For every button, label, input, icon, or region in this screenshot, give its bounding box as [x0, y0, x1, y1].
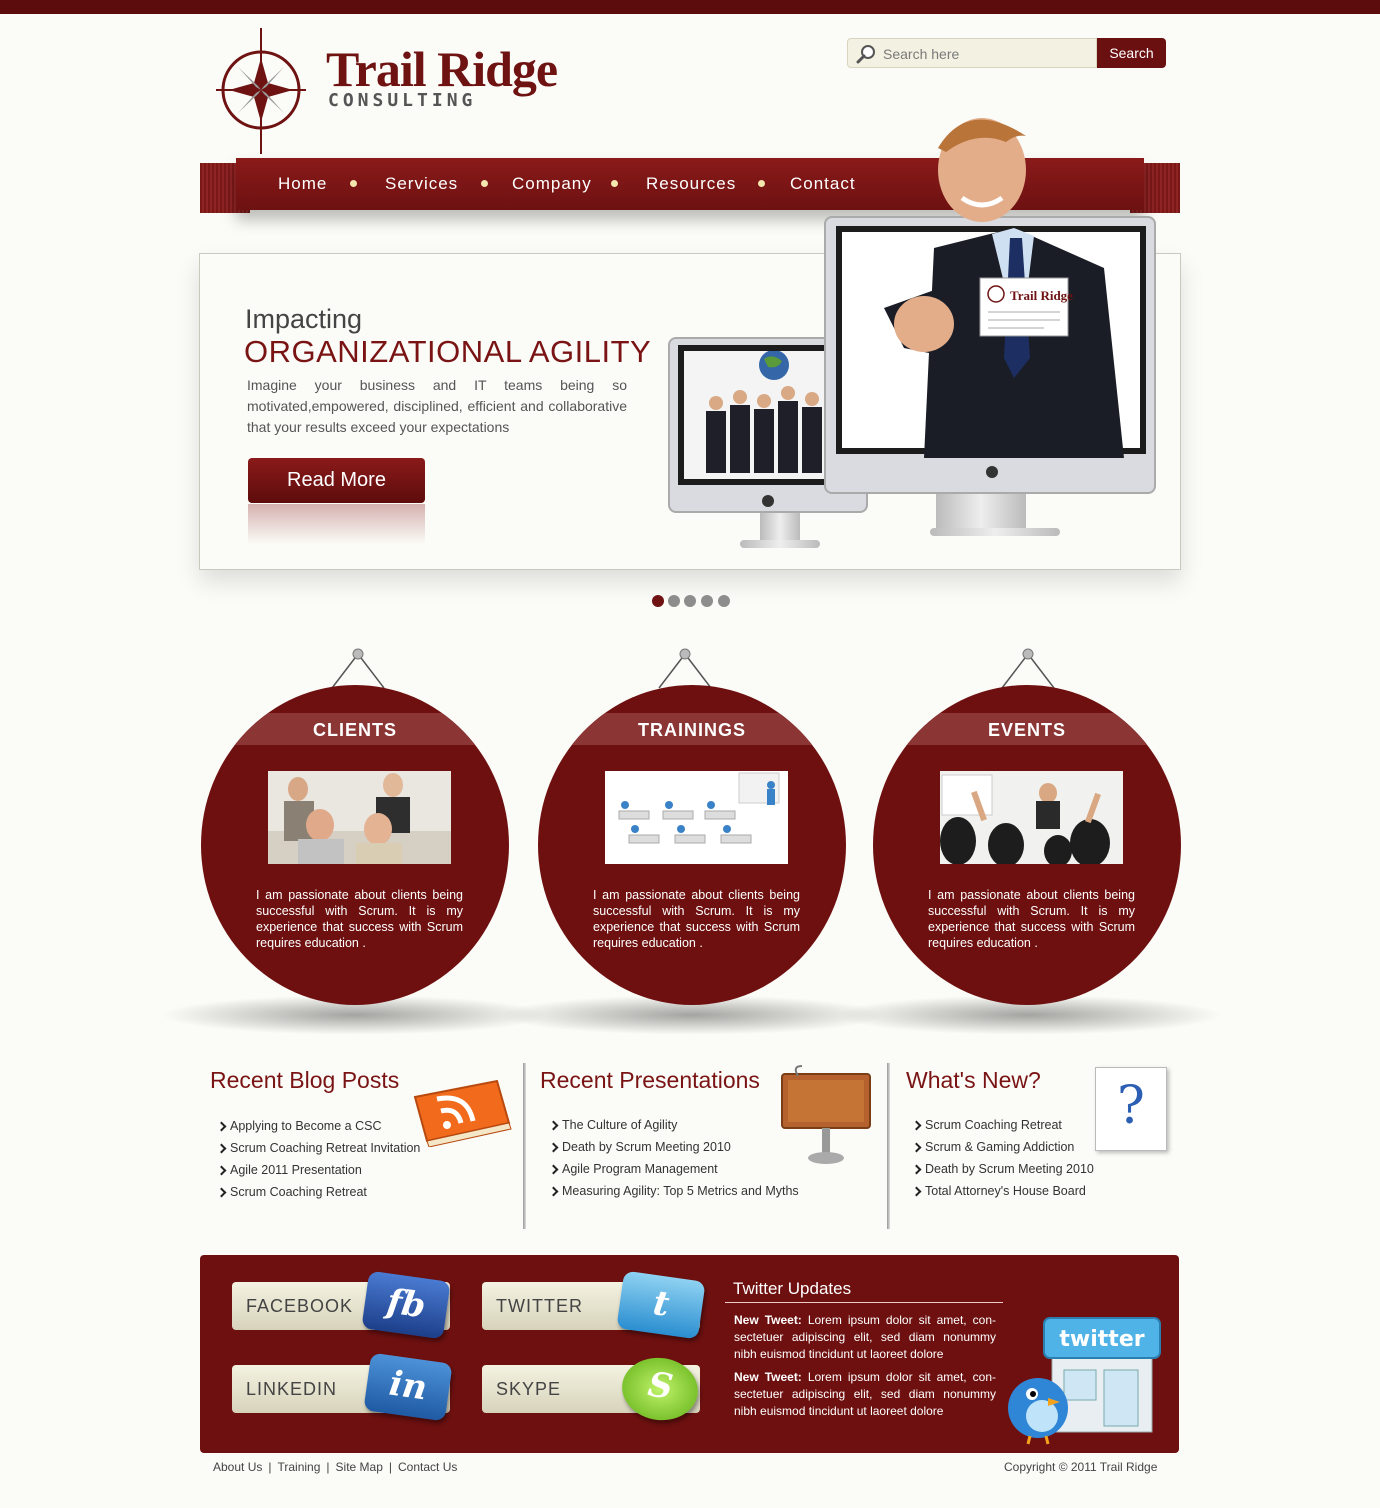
question-mark: ?	[1117, 1076, 1145, 1136]
search-icon	[856, 45, 875, 64]
slide-indicator[interactable]	[701, 595, 713, 607]
monitor-stand	[936, 494, 1026, 530]
tweet: New Tweet: Lorem ipsum dolor sit amet, c…	[734, 1369, 996, 1420]
hanger-icon	[331, 648, 385, 689]
nav-item-resources[interactable]: Resources	[646, 174, 736, 194]
search-box	[847, 38, 1097, 68]
hanger-icon	[1001, 648, 1055, 689]
clients-card[interactable]: CLIENTS I am passionate about clients be…	[201, 685, 509, 1005]
footer-link-training[interactable]: Training	[277, 1460, 320, 1474]
monitor-base	[740, 540, 820, 548]
twitter-store-icon: twitter	[1008, 1317, 1161, 1445]
compass-icon	[216, 28, 306, 154]
section-divider	[523, 1063, 526, 1229]
hero-kicker: Impacting	[245, 304, 363, 334]
presentation-link[interactable]: The Culture of Agility	[548, 1118, 799, 1140]
top-bar	[0, 0, 1380, 14]
nav-separator	[350, 180, 357, 187]
trainings-text: I am passionate about clients being succ…	[593, 888, 800, 950]
nav-item-company[interactable]: Company	[512, 174, 592, 194]
search-button[interactable]: Search	[1097, 38, 1166, 68]
clients-text: I am passionate about clients being succ…	[256, 888, 463, 950]
blog-link[interactable]: Agile 2011 Presentation	[216, 1163, 420, 1185]
nav-separator	[481, 180, 488, 187]
facebook-icon[interactable]: fb	[361, 1270, 451, 1340]
tweet-label: New Tweet:	[734, 1370, 802, 1384]
footer-separator: |	[326, 1460, 330, 1474]
monitor-base	[930, 528, 1060, 536]
rss-book-icon	[413, 1079, 512, 1147]
blog-link[interactable]: Scrum Coaching Retreat Invitation	[216, 1141, 420, 1163]
logo[interactable]: Trail Ridge CONSULTING	[216, 28, 558, 154]
hero-body: Imagine your business and IT teams being…	[247, 377, 627, 435]
events-card[interactable]: EVENTS I am passionate about clients bei…	[873, 685, 1181, 1005]
apple-logo-icon	[762, 495, 774, 507]
clients-title: CLIENTS	[312, 720, 397, 740]
footer-link-about[interactable]: About Us	[213, 1460, 262, 1474]
logo-tagline: CONSULTING	[328, 90, 477, 111]
whats-new-link[interactable]: Total Attorney's House Board	[911, 1184, 1094, 1206]
section-divider	[887, 1063, 890, 1229]
business-card-text: Trail Ridge	[1010, 288, 1073, 303]
presentations-section-title: Recent Presentations	[540, 1067, 760, 1093]
blog-link[interactable]: Scrum Coaching Retreat	[216, 1185, 420, 1207]
copyright: Copyright © 2011 Trail Ridge	[1004, 1460, 1158, 1474]
slide-indicator-active[interactable]	[652, 595, 664, 607]
businessman-image: Trail Ridge	[884, 118, 1124, 458]
hanger-icon	[658, 648, 712, 689]
twitter-updates-title: Twitter Updates	[733, 1279, 852, 1298]
blog-section-title: Recent Blog Posts	[210, 1067, 400, 1093]
question-page-icon: ?	[1095, 1067, 1167, 1151]
footer-links: About Us | Training | Site Map | Contact Us	[213, 1460, 457, 1474]
tweet-label: New Tweet:	[734, 1313, 802, 1327]
trainings-image	[605, 771, 788, 864]
trainings-card[interactable]: TRAININGS I am passionate about clients …	[538, 685, 846, 1005]
footer-link-contact[interactable]: Contact Us	[398, 1460, 457, 1474]
events-image	[940, 771, 1123, 864]
events-title: EVENTS	[987, 720, 1067, 740]
trainings-title: TRAININGS	[638, 720, 746, 740]
slide-indicator[interactable]	[668, 595, 680, 607]
blog-list: Applying to Become a CSC Scrum Coaching …	[216, 1119, 420, 1207]
whats-new-list: Scrum Coaching Retreat Scrum & Gaming Ad…	[911, 1118, 1094, 1206]
presentations-list: The Culture of Agility Death by Scrum Me…	[548, 1118, 799, 1206]
twitter-icon[interactable]: t	[616, 1270, 706, 1340]
events-text: I am passionate about clients being succ…	[928, 888, 1135, 950]
presentation-link[interactable]: Agile Program Management	[548, 1162, 799, 1184]
presentation-link[interactable]: Measuring Agility: Top 5 Metrics and Myt…	[548, 1184, 799, 1206]
store-sign-text: twitter	[1059, 1327, 1144, 1352]
twitter-updates-rule	[725, 1302, 1003, 1303]
slide-indicator[interactable]	[718, 595, 730, 607]
search-input[interactable]	[883, 43, 1088, 65]
whats-new-section-title: What's New?	[906, 1067, 1041, 1093]
nav-separator	[758, 180, 765, 187]
nav-item-services[interactable]: Services	[385, 174, 458, 194]
read-more-button[interactable]: Read More	[248, 458, 425, 503]
read-more-reflection	[248, 504, 425, 544]
slide-indicator[interactable]	[684, 595, 696, 607]
presentation-link[interactable]: Death by Scrum Meeting 2010	[548, 1140, 799, 1162]
tweet: New Tweet: Lorem ipsum dolor sit amet, c…	[734, 1312, 996, 1363]
nav-item-home[interactable]: Home	[278, 174, 327, 194]
whats-new-link[interactable]: Scrum & Gaming Addiction	[911, 1140, 1094, 1162]
nav-item-contact[interactable]: Contact	[790, 174, 856, 194]
footer-link-sitemap[interactable]: Site Map	[336, 1460, 383, 1474]
clients-image	[268, 771, 451, 864]
nav-separator	[611, 180, 618, 187]
hero-title: ORGANIZATIONAL AGILITY	[244, 334, 652, 369]
monitor-stand	[760, 513, 800, 543]
footer-separator: |	[268, 1460, 272, 1474]
whats-new-link[interactable]: Scrum Coaching Retreat	[911, 1118, 1094, 1140]
footer-separator: |	[388, 1460, 393, 1474]
whats-new-link[interactable]: Death by Scrum Meeting 2010	[911, 1162, 1094, 1184]
linkedin-icon[interactable]: in	[363, 1352, 453, 1422]
blog-link[interactable]: Applying to Become a CSC	[216, 1119, 420, 1141]
